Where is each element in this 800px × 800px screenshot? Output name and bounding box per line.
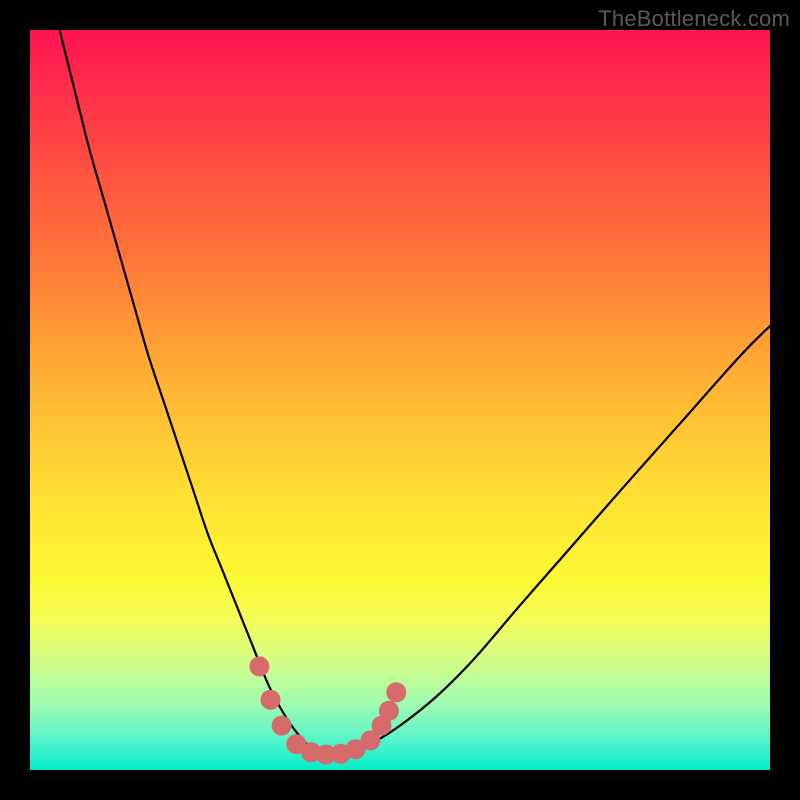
- chart-frame: TheBottleneck.com: [0, 0, 800, 800]
- marker-dot: [379, 701, 399, 721]
- bottleneck-curve: [60, 30, 770, 755]
- optimal-range-markers: [249, 656, 406, 764]
- marker-dot: [261, 690, 281, 710]
- marker-dot: [386, 682, 406, 702]
- plot-area: [30, 30, 770, 770]
- marker-dot: [272, 716, 292, 736]
- watermark-text: TheBottleneck.com: [598, 6, 790, 32]
- marker-dot: [249, 656, 269, 676]
- curve-layer: [30, 30, 770, 770]
